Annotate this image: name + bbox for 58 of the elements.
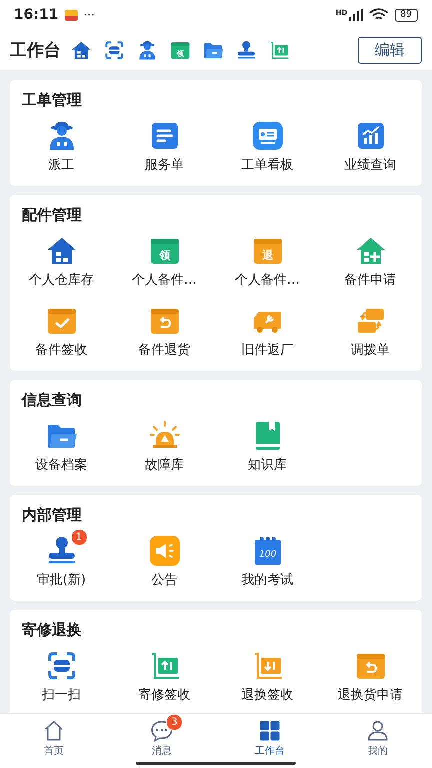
tab[interactable]: 工作台 [216,714,324,768]
tab-label: 工作台 [255,744,285,758]
feature-label[interactable]: 审批(新) [36,572,86,589]
feature-label[interactable]: 调拨单 [351,342,390,359]
house-plus-icon[interactable] [354,235,386,267]
notification-badge: 1 [70,529,88,546]
feature-label[interactable]: 公告 [152,572,178,589]
feature-label[interactable]: 旧件返厂 [242,342,294,359]
feature-label[interactable]: 退换签收 [242,687,294,704]
feature-label[interactable]: 个人备件… [132,272,197,289]
more-notifications: ··· [84,8,96,22]
grid-icon [258,719,282,743]
hand-truck-icon[interactable] [269,40,290,60]
feature-label[interactable]: 知识库 [248,457,287,474]
notification-badge: 3 [166,714,183,731]
feature-label[interactable]: 备件申请 [344,272,396,289]
signal-icon [348,9,363,21]
scan-icon[interactable] [46,650,78,682]
tab-label: 首页 [44,745,64,758]
section-title: 寄修退换 [21,620,83,640]
section-title: 配件管理 [21,205,83,225]
section-title: 工单管理 [21,90,83,110]
house-icon[interactable] [46,235,78,267]
feature-label[interactable]: 业绩查询 [344,157,396,174]
clock: 16:11 [14,7,59,23]
tab-label: 我的 [368,744,388,758]
feature-label[interactable]: 备件签收 [36,342,88,359]
stamp-icon[interactable] [236,40,257,60]
monitor-icon[interactable] [252,120,284,152]
app-notification-icon [64,10,78,20]
worker-icon[interactable] [137,40,158,60]
chat-bubble-icon [150,719,174,743]
feature-label[interactable]: 故障库 [145,457,184,474]
tab[interactable]: 3 消息 [108,714,216,768]
feature-label[interactable]: 工单看板 [242,157,294,174]
feature-label[interactable]: 备件退货 [138,342,190,359]
house-icon[interactable] [71,40,92,60]
feature-label[interactable]: 扫一扫 [42,687,81,704]
feature-label[interactable]: 个人备件… [235,272,300,289]
scan-icon[interactable] [104,40,125,60]
page-title: 工作台 [10,40,61,62]
feature-label[interactable]: 服务单 [145,157,184,174]
feature-label[interactable]: 派工 [48,157,74,174]
user-icon [366,719,390,743]
feature-label[interactable]: 寄修签收 [138,687,190,704]
megaphone-icon[interactable] [148,535,180,567]
edit-button[interactable]: 编辑 [358,36,422,64]
feature-label[interactable]: 个人仓库存 [29,272,94,289]
feature-label[interactable]: 设备档案 [36,457,88,474]
tab[interactable]: 首页 [0,714,108,768]
feature-label[interactable]: 我的考试 [242,572,294,589]
wifi-icon [368,8,389,22]
tab[interactable]: 我的 [324,714,432,768]
battery-indicator: 89 [394,8,418,22]
feature-label[interactable]: 退换货申请 [338,687,403,704]
section-title: 内部管理 [21,505,83,525]
section-title: 信息查询 [20,390,83,410]
tab-label: 消息 [152,744,172,758]
